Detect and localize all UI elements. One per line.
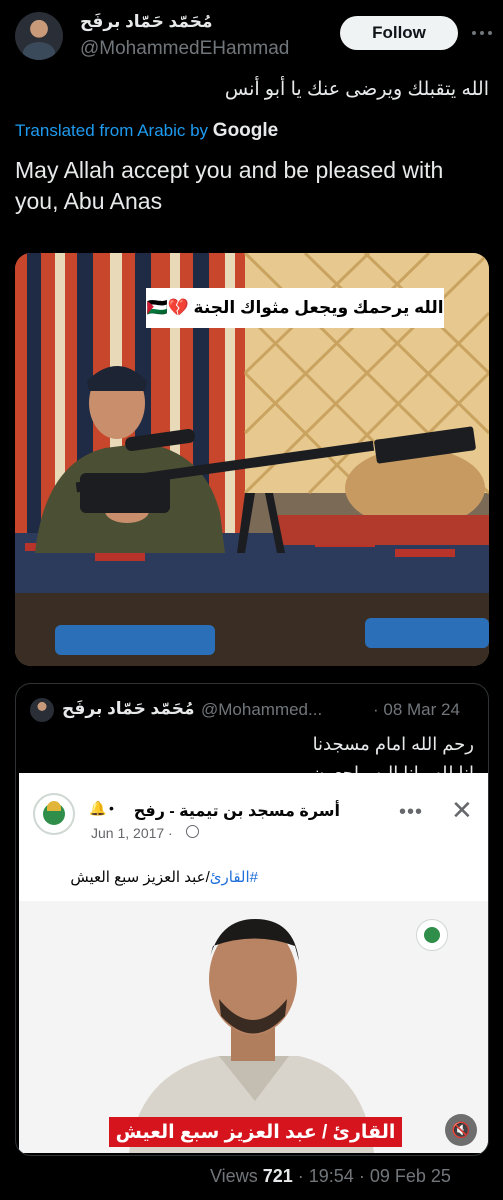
tweet-meta: Views 721 · 19:54 · 09 Feb 25 — [210, 1166, 451, 1187]
tweet-text-arabic: الله يتقبلك ويرضى عنك يا أبو أنس — [224, 79, 489, 100]
author-display-name[interactable]: مُحَمّد حَمّاد برفَح — [80, 12, 213, 32]
author-handle[interactable]: @MohammedEHammad — [80, 38, 289, 60]
tweet-photo[interactable]: الله يرحمك ويجعل مثواك الجنة 💔🇵🇸 — [15, 253, 489, 666]
facebook-post-date: Jun 1, 2017 · — [91, 825, 173, 841]
tweet-timestamp[interactable]: · 19:54 · 09 Feb 25 — [298, 1166, 451, 1186]
mosque-page-logo — [33, 793, 75, 835]
quoted-date: · 08 Mar 24 — [373, 700, 460, 719]
bell-icon: 🔔 — [89, 800, 107, 816]
translation-attribution[interactable]: Translated from Arabic by Google — [15, 120, 278, 142]
caption-hashtag: #القارئ — [209, 869, 258, 886]
close-icon: ✕ — [451, 795, 473, 825]
quoted-author-handle: @Mohammed... — [201, 700, 323, 719]
photo-overlay-text: الله يرحمك ويجعل مثواك الجنة 💔🇵🇸 — [146, 298, 444, 317]
video-frame: القارئ / عبد العزيز سبع العيش 🔇 — [19, 901, 488, 1153]
views-label: Views — [210, 1166, 258, 1186]
video-caption-banner: القارئ / عبد العزيز سبع العيش — [109, 1117, 402, 1147]
globe-icon — [186, 825, 199, 838]
channel-logo — [416, 919, 448, 951]
follow-button[interactable]: Follow — [340, 16, 458, 50]
tweet-text-translated: May Allah accept you and be pleased with… — [15, 157, 444, 214]
quoted-author-avatar — [30, 698, 54, 722]
caption-name: /عبد العزيز سبع العيش — [70, 869, 210, 886]
translated-label: Translated from Arabic by — [15, 121, 209, 140]
facebook-page-name: أسرة مسجد بن تيمية - رفح — [133, 803, 340, 820]
facebook-post-screenshot: • 🔔 أسرة مسجد بن تيمية - رفح Jun 1, 2017… — [19, 773, 488, 1153]
more-options-icon: ••• — [399, 801, 424, 823]
separator-dot: • — [109, 800, 114, 816]
tweet-header: مُحَمّد حَمّاد برفَح @MohammedEHammad Fo… — [0, 0, 503, 70]
quoted-text-line-1: رحم الله امام مسجدنا — [312, 734, 474, 754]
facebook-caption: #القارئ/عبد العزيز سبع العيش — [70, 868, 258, 886]
quoted-tweet[interactable]: مُحَمّد حَمّاد برفَح @Mohammed... · 08 M… — [15, 683, 489, 1156]
more-options-icon[interactable] — [470, 22, 494, 44]
google-brand: Google — [212, 120, 279, 141]
views-count[interactable]: 721 — [263, 1166, 293, 1186]
quoted-author-name: مُحَمّد حَمّاد برفَح — [62, 699, 195, 718]
author-avatar[interactable] — [15, 12, 63, 60]
mute-icon[interactable]: 🔇 — [445, 1114, 477, 1146]
